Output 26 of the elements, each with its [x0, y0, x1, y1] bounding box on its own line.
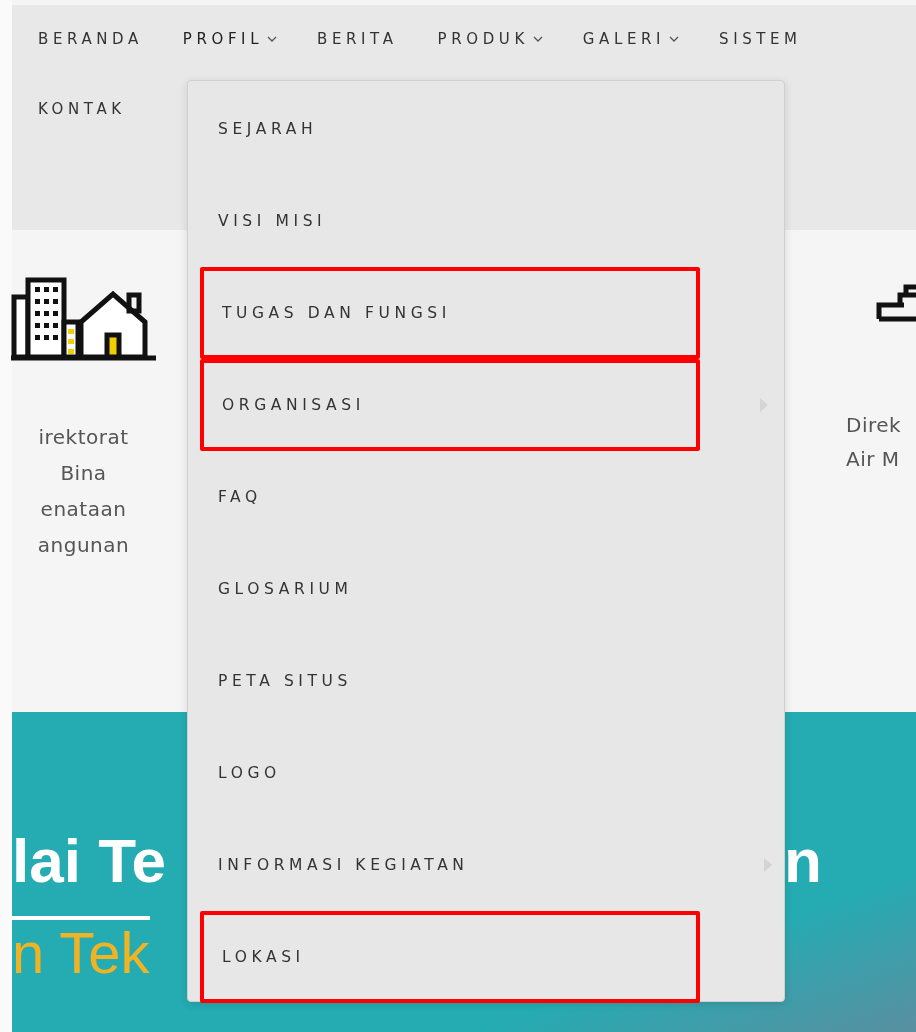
banner-heading: lai Te — [12, 830, 166, 892]
dropdown-item[interactable]: TUGAS DAN FUNGSI — [200, 267, 700, 359]
caret-icon — [532, 36, 543, 42]
dropdown-item[interactable]: FAQ — [188, 451, 784, 543]
dropdown-item[interactable]: PETA SITUS — [188, 635, 784, 727]
dropdown-item[interactable]: LOGO — [188, 727, 784, 819]
nav-link[interactable]: KONTAK — [38, 97, 126, 121]
buildings-and-house-icon — [11, 277, 156, 361]
banner-subtitle: n Tek — [12, 916, 150, 982]
directorate-name: irektorat Bina enataan angunan — [36, 424, 131, 559]
caret-icon — [669, 36, 679, 42]
faucet-icon — [876, 283, 916, 323]
dropdown-item[interactable]: GLOSARIUM — [188, 543, 784, 635]
dropdown-item[interactable]: INFORMASI KEGIATAN — [188, 819, 784, 911]
banner-heading: n — [784, 830, 822, 892]
nav-link[interactable]: PROFIL — [182, 27, 278, 51]
dropdown-item[interactable]: SEJARAH — [188, 83, 784, 175]
directorate-name: Direk Air M — [846, 412, 903, 473]
nav-link[interactable]: GALERI — [582, 27, 679, 51]
dropdown-item[interactable]: VISI MISI — [188, 175, 784, 267]
nav-link[interactable]: BERANDA — [38, 27, 143, 51]
nav-link[interactable]: PRODUK — [437, 27, 543, 51]
nav-link[interactable]: SISTEM — [719, 27, 802, 51]
nav-link[interactable]: BERITA — [317, 27, 398, 51]
dropdown-item[interactable]: LOKASI — [200, 911, 700, 1003]
caret-icon — [267, 36, 278, 42]
